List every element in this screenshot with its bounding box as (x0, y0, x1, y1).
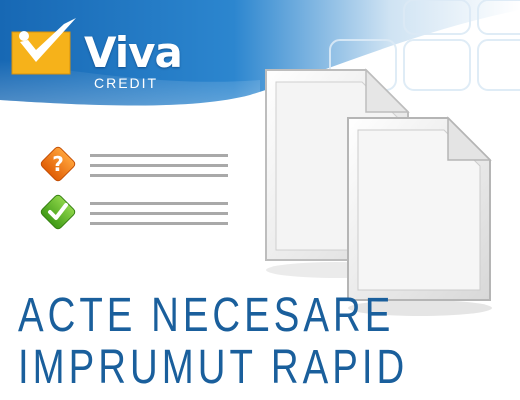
checklist-item-question: ? (38, 144, 238, 184)
checkmark-icon (40, 194, 76, 230)
viva-credit-logo: Viva CREDIT (6, 14, 183, 90)
placeholder-line (90, 202, 228, 205)
svg-text:?: ? (52, 152, 64, 176)
logo-mark-icon (11, 18, 76, 75)
placeholder-line (90, 174, 228, 177)
title-line-2: IMPRUMUT RAPID (18, 341, 409, 394)
question-mark-icon: ? (40, 146, 76, 182)
banner: Viva CREDIT ? ACTE NECESARE IMPRUMUT RAP… (0, 0, 520, 400)
title-line-1: ACTE NECESARE (18, 289, 395, 342)
logo-brand-text: Viva (84, 28, 183, 77)
placeholder-line (90, 222, 228, 225)
placeholder-line (90, 212, 228, 215)
logo-subtitle-text: CREDIT (94, 75, 159, 91)
checklist-item-check (38, 192, 238, 232)
placeholder-line (90, 154, 228, 157)
placeholder-line (90, 164, 228, 167)
